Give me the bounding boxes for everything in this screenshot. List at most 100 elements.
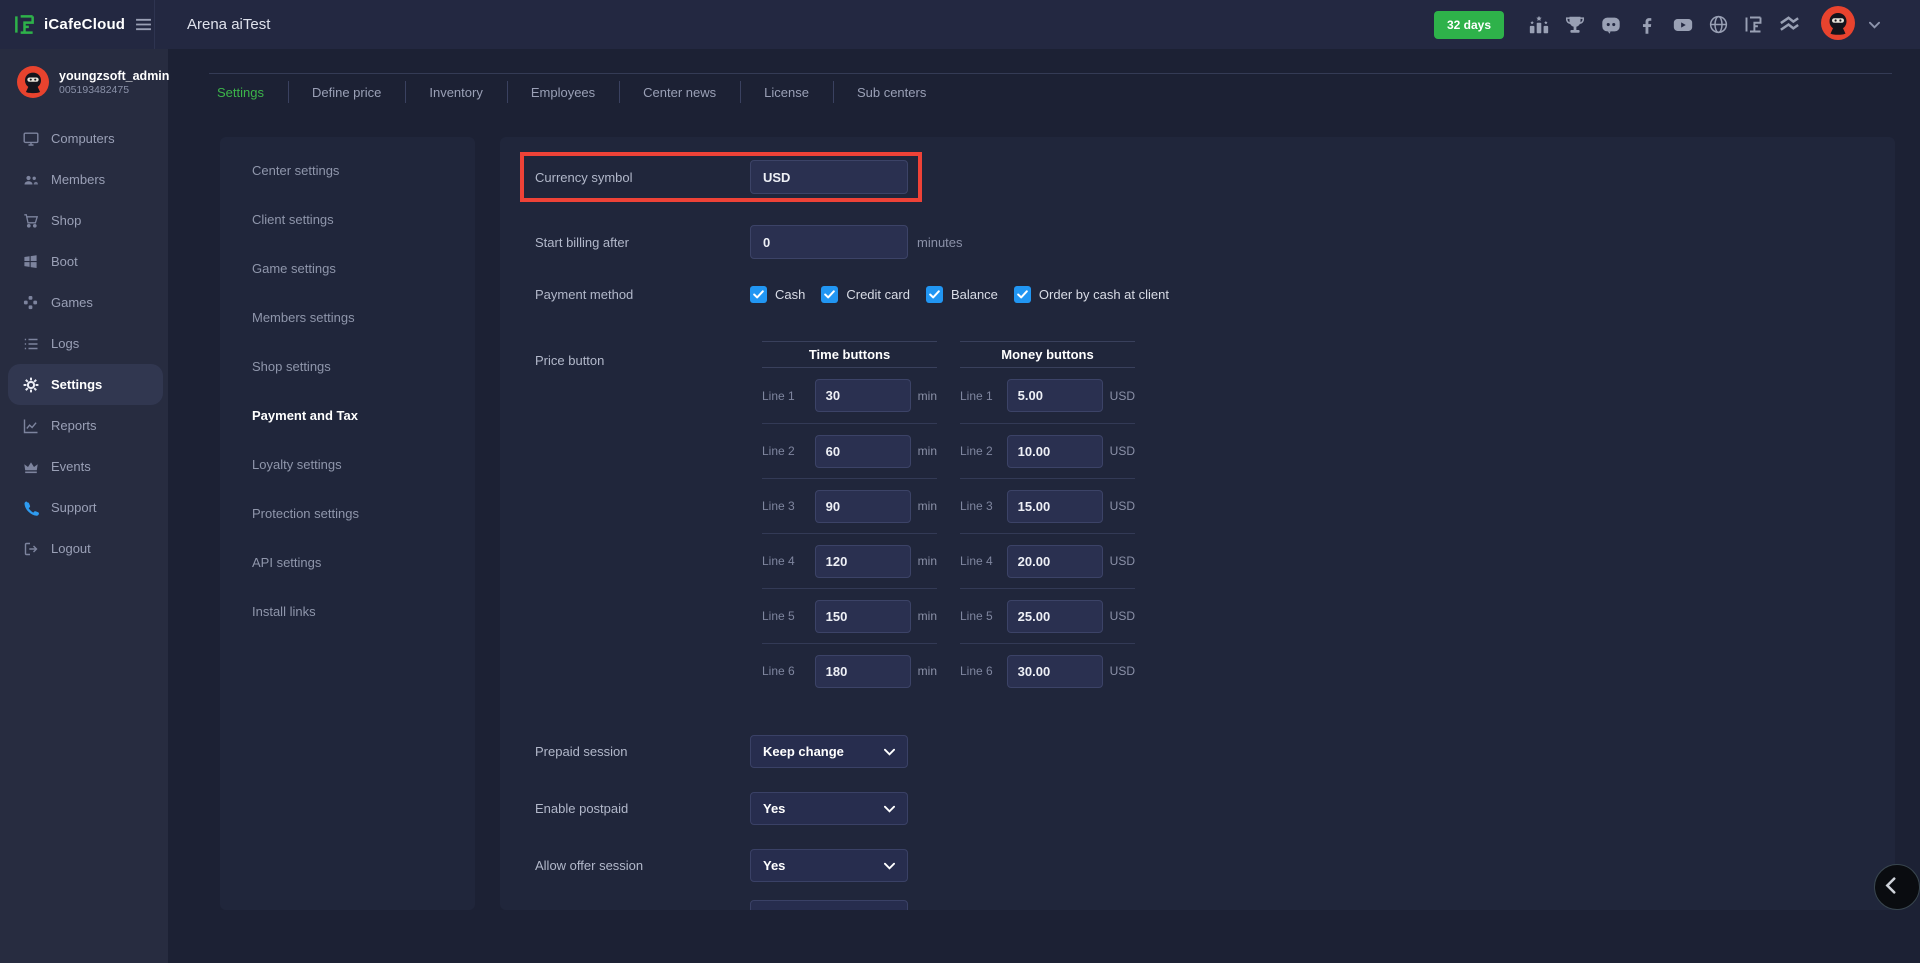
tab-define-price[interactable]: Define price	[288, 74, 405, 110]
settings-nav-members-settings[interactable]: Members settings	[220, 293, 475, 342]
chart-icon	[22, 418, 39, 434]
line-label: Line 4	[960, 554, 1007, 568]
time-buttons-line-4-input[interactable]	[815, 545, 911, 578]
prepaid-session-row: Prepaid session Keep change	[520, 735, 1895, 768]
clipped-select[interactable]	[750, 900, 908, 910]
money-buttons-line-4-input[interactable]	[1007, 545, 1103, 578]
money-buttons-line-1-input[interactable]	[1007, 379, 1103, 412]
tab-sub-centers[interactable]: Sub centers	[833, 74, 950, 110]
user-avatar-button[interactable]	[1821, 6, 1855, 43]
sidebar-item-logs[interactable]: Logs	[0, 323, 168, 364]
youtube-icon[interactable]	[1672, 14, 1694, 36]
payment-option-credit-card[interactable]: Credit card	[821, 286, 910, 303]
line-label: Line 2	[960, 444, 1007, 458]
settings-nav-shop-settings[interactable]: Shop settings	[220, 342, 475, 391]
gamepad-icon	[22, 295, 39, 310]
trophy-icon[interactable]	[1564, 14, 1586, 36]
globe-icon[interactable]	[1708, 14, 1729, 35]
ranking-icon[interactable]	[1528, 14, 1550, 36]
money-buttons-line-4: Line 4 USD	[960, 533, 1135, 588]
sidebar-item-reports[interactable]: Reports	[0, 405, 168, 446]
license-days-badge[interactable]: 32 days	[1434, 11, 1504, 39]
settings-nav-loyalty-settings[interactable]: Loyalty settings	[220, 440, 475, 489]
payment-tax-form: Currency symbol Start billing after minu…	[500, 137, 1895, 910]
time-buttons-line-6-input[interactable]	[815, 655, 911, 688]
currency-row-highlight: Currency symbol	[520, 152, 922, 202]
checkbox-checked[interactable]	[750, 286, 767, 303]
sidebar-item-label: Logout	[51, 541, 91, 556]
icafecloud-icon[interactable]	[1743, 14, 1764, 35]
time-buttons-line-1-input[interactable]	[815, 379, 911, 412]
settings-nav-center-settings[interactable]: Center settings	[220, 146, 475, 195]
billing-input[interactable]	[750, 225, 908, 259]
payment-option-order-by-cash-at-client[interactable]: Order by cash at client	[1014, 286, 1169, 303]
currency-input[interactable]	[750, 160, 908, 194]
line-suffix: min	[918, 664, 937, 678]
prepaid-session-label: Prepaid session	[535, 744, 750, 759]
ninja-avatar	[17, 66, 49, 98]
allow-offer-session-label: Allow offer session	[535, 858, 750, 873]
sidebar-item-support[interactable]: Support	[0, 487, 168, 528]
cart-icon	[22, 213, 39, 229]
line-label: Line 3	[762, 499, 815, 513]
time-buttons-line-3: Line 3 min	[762, 478, 937, 533]
money-buttons-line-2-input[interactable]	[1007, 435, 1103, 468]
settings-nav-install-links[interactable]: Install links	[220, 587, 475, 636]
hamburger-icon[interactable]	[135, 18, 152, 31]
sidebar-item-settings[interactable]: Settings	[8, 364, 163, 405]
settings-nav-api-settings[interactable]: API settings	[220, 538, 475, 587]
prepaid-session-select[interactable]: Keep change	[750, 735, 908, 768]
checkbox-checked[interactable]	[821, 286, 838, 303]
price-table-time-buttons: Time buttons Line 1 min Line 2 min Line …	[762, 341, 937, 698]
sidebar-item-boot[interactable]: Boot	[0, 241, 168, 282]
settings-nav-client-settings[interactable]: Client settings	[220, 195, 475, 244]
select-value: Yes	[763, 858, 785, 873]
facebook-icon[interactable]	[1636, 14, 1658, 36]
tab-inventory[interactable]: Inventory	[405, 74, 506, 110]
chevron-down-icon	[884, 748, 895, 756]
checkbox-checked[interactable]	[1014, 286, 1031, 303]
logo-text: iCafeCloud	[44, 16, 125, 33]
payment-option-cash[interactable]: Cash	[750, 286, 805, 303]
price-table-money-buttons: Money buttons Line 1 USD Line 2 USD Line…	[960, 341, 1135, 698]
money-buttons-line-3: Line 3 USD	[960, 478, 1135, 533]
settings-nav-protection-settings[interactable]: Protection settings	[220, 489, 475, 538]
settings-nav-game-settings[interactable]: Game settings	[220, 244, 475, 293]
price-button-label: Price button	[535, 341, 750, 368]
tabbar: SettingsDefine priceInventoryEmployeesCe…	[209, 73, 1892, 110]
layers-icon[interactable]	[1778, 13, 1801, 36]
tab-center-news[interactable]: Center news	[619, 74, 740, 110]
time-buttons-line-2-input[interactable]	[815, 435, 911, 468]
settings-nav-payment-and-tax[interactable]: Payment and Tax	[220, 391, 475, 440]
time-buttons-line-2: Line 2 min	[762, 423, 937, 478]
time-buttons-line-5-input[interactable]	[815, 600, 911, 633]
line-label: Line 5	[762, 609, 815, 623]
time-buttons-line-3-input[interactable]	[815, 490, 911, 523]
allow-offer-session-select[interactable]: Yes	[750, 849, 908, 882]
chevron-down-icon[interactable]	[1869, 21, 1880, 29]
enable-postpaid-select[interactable]: Yes	[750, 792, 908, 825]
checkbox-checked[interactable]	[926, 286, 943, 303]
sidebar-item-games[interactable]: Games	[0, 282, 168, 323]
sidebar-item-members[interactable]: Members	[0, 159, 168, 200]
ninja-avatar	[1821, 6, 1855, 43]
brand[interactable]: iCafeCloud	[0, 13, 154, 36]
sidebar-item-label: Games	[51, 295, 93, 310]
sidebar-item-events[interactable]: Events	[0, 446, 168, 487]
payment-option-balance[interactable]: Balance	[926, 286, 998, 303]
line-suffix: min	[918, 444, 937, 458]
panel-collapse-button[interactable]	[1874, 864, 1920, 910]
logout-icon	[22, 541, 39, 557]
money-buttons-line-5-input[interactable]	[1007, 600, 1103, 633]
sidebar-item-shop[interactable]: Shop	[0, 200, 168, 241]
sidebar-item-computers[interactable]: Computers	[0, 118, 168, 159]
tab-settings[interactable]: Settings	[209, 74, 288, 110]
tab-license[interactable]: License	[740, 74, 833, 110]
tab-employees[interactable]: Employees	[507, 74, 619, 110]
discord-icon[interactable]	[1600, 14, 1622, 36]
money-buttons-line-3-input[interactable]	[1007, 490, 1103, 523]
money-buttons-line-6-input[interactable]	[1007, 655, 1103, 688]
line-suffix: USD	[1110, 499, 1135, 513]
user-block: youngzsoft_admin 005193482475	[0, 49, 168, 110]
sidebar-item-logout[interactable]: Logout	[0, 528, 168, 569]
